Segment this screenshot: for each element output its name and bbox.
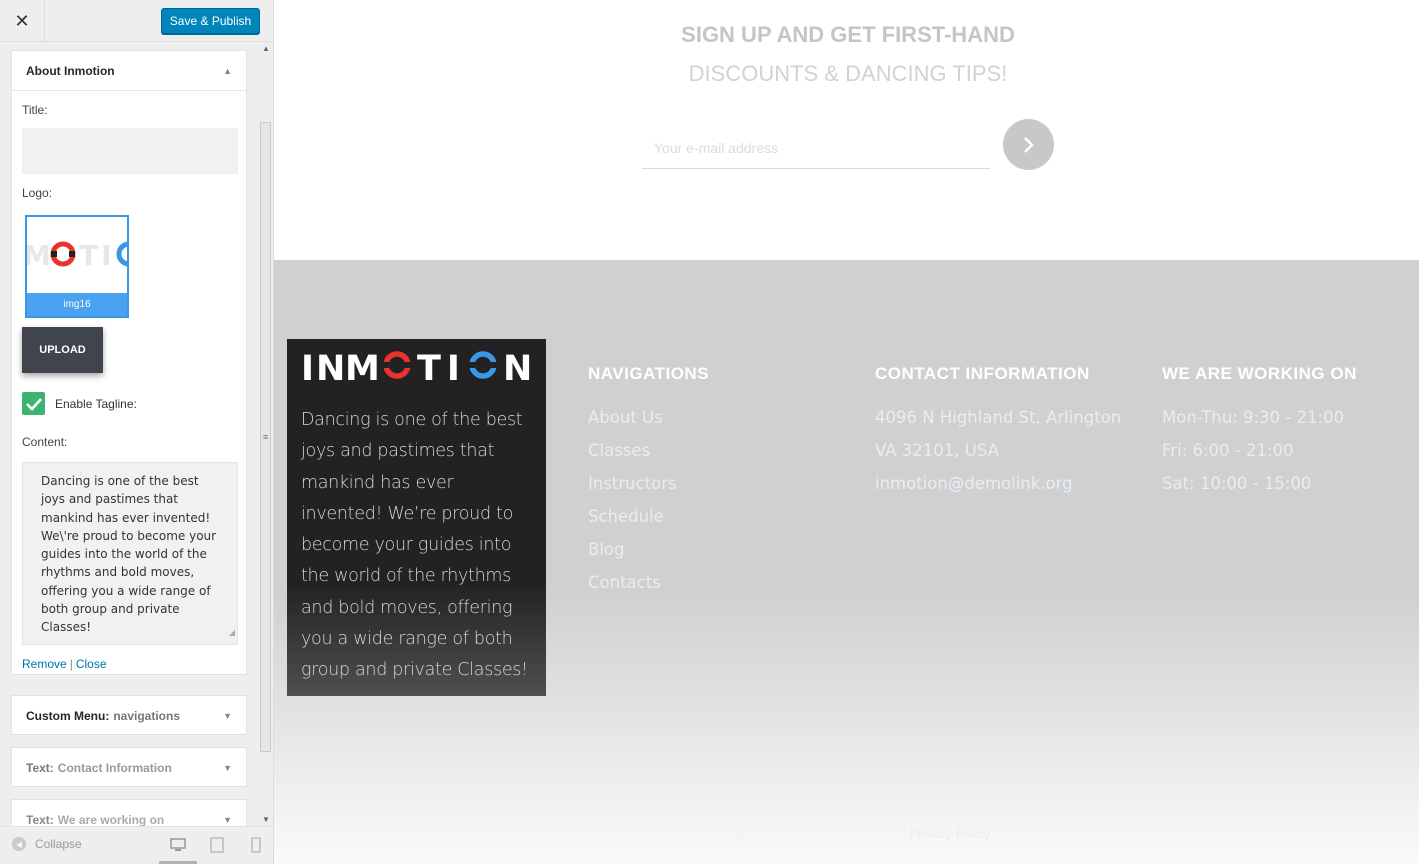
caret-up-icon[interactable]: ▲ (223, 66, 232, 76)
collapse-label: Collapse (35, 837, 82, 851)
scroll-up-icon[interactable]: ▲ (262, 44, 270, 53)
widget-title: About Inmotion (26, 63, 115, 78)
footer-nav-instructors[interactable]: Instructors (588, 474, 677, 507)
svg-text:TI: TI (417, 349, 466, 383)
svg-text:IN: IN (301, 349, 347, 383)
contact-list: 4096 N Highland St, Arlington VA 32101, … (875, 408, 1121, 507)
about-text: Dancing is one of the best joys and past… (301, 410, 528, 681)
content-textarea[interactable]: Dancing is one of the best joys and past… (22, 462, 238, 645)
customizer-sidebar: ✕ Save & Publish About Inmotion ▲ Title:… (0, 0, 274, 864)
widget-header[interactable]: About Inmotion ▲ (12, 51, 246, 91)
working-hours-heading: WE ARE WORKING ON (1162, 364, 1357, 383)
title-label: Title: (22, 103, 48, 117)
remove-link[interactable]: Remove (22, 657, 67, 671)
footer-nav-classes[interactable]: Classes (588, 441, 677, 474)
logo-image: M TI (27, 217, 127, 293)
content-label: Content: (22, 435, 68, 449)
site-preview: SIGN UP AND GET FIRST-HAND DISCOUNTS & D… (274, 0, 1419, 864)
widget-type: Text: (26, 813, 54, 826)
collapse-button[interactable]: ◀ Collapse (12, 837, 82, 851)
privacy-policy-link[interactable]: Privacy Policy (910, 826, 991, 841)
close-link[interactable]: Close (76, 657, 107, 671)
footer-nav-contacts[interactable]: Contacts (588, 573, 677, 606)
resize-handle-icon[interactable]: ◢ (229, 624, 235, 642)
save-publish-button[interactable]: Save & Publish (161, 8, 260, 34)
scroll-down-icon[interactable]: ▼ (262, 815, 270, 824)
widget-actions: Remove | Close (22, 657, 107, 671)
navigations-heading: NAVIGATIONS (588, 364, 710, 383)
working-hours-list: Mon-Thu: 9:30 - 21:00 Fri: 6:00 - 21:00 … (1162, 408, 1344, 507)
tablet-icon[interactable] (209, 837, 225, 853)
widget-type: Text: (26, 761, 54, 775)
footer-nav-list: About Us Classes Instructors Schedule Bl… (588, 408, 677, 606)
contact-email-link[interactable]: inmotion@demolink.org (875, 474, 1121, 507)
chevron-right-icon (1023, 136, 1034, 153)
logo-label: Logo: (22, 186, 53, 200)
address-line-1: 4096 N Highland St, Arlington (875, 408, 1122, 427)
footer-nav-about-us[interactable]: About Us (588, 408, 677, 441)
content-text: Dancing is one of the best joys and past… (41, 474, 217, 635)
caret-down-icon[interactable]: ▼ (223, 815, 232, 825)
contact-heading: CONTACT INFORMATION (875, 364, 1090, 383)
email-input[interactable]: Your e-mail address (642, 127, 990, 169)
widget-header[interactable]: Text: We are working on ▼ (12, 800, 246, 826)
copyright: © 2016 All rights reserved by INMOTION |… (664, 826, 991, 841)
svg-text:M: M (27, 239, 54, 272)
svg-text:M: M (345, 349, 380, 383)
svg-text:TI: TI (79, 239, 115, 272)
footer-logo: IN M TI N (301, 349, 535, 389)
hours-fri: Fri: 6:00 - 21:00 (1162, 441, 1294, 460)
signup-subheading: DISCOUNTS & DANCING TIPS! (688, 61, 1008, 86)
about-box: IN M TI N Dancing is one of the best joy… (287, 339, 546, 696)
widget-name: navigations (113, 709, 181, 723)
title-field[interactable] (22, 128, 238, 174)
newsletter-section: SIGN UP AND GET FIRST-HAND DISCOUNTS & D… (274, 0, 1419, 260)
logo-caption: img16 (27, 293, 127, 316)
customizer-footer: ◀ Collapse (0, 826, 273, 864)
widget-header[interactable]: Text: Contact Information ▼ (12, 748, 246, 788)
scrollbar-thumb[interactable]: ≡ (260, 122, 271, 752)
widget-header[interactable]: Custom Menu: navigations ▼ (12, 696, 246, 736)
hours-sat: Sat: 10:00 - 15:00 (1162, 474, 1312, 493)
hours-mon-thu: Mon-Thu: 9:30 - 21:00 (1162, 408, 1345, 427)
widget-name: Contact Information (57, 761, 172, 775)
signup-heading: SIGN UP AND GET FIRST-HAND (681, 22, 1015, 47)
desktop-icon[interactable] (170, 837, 186, 853)
check-icon (25, 397, 42, 411)
caret-down-icon[interactable]: ▼ (223, 763, 232, 773)
caret-down-icon[interactable]: ▼ (223, 711, 232, 721)
widgets-panel[interactable]: About Inmotion ▲ Title: Logo: M TI (0, 42, 258, 826)
footer-nav-schedule[interactable]: Schedule (588, 507, 677, 540)
mobile-icon[interactable] (248, 837, 264, 853)
widget-name: We are working on (57, 813, 165, 826)
footer-nav-blog[interactable]: Blog (588, 540, 677, 573)
logo-thumbnail[interactable]: M TI img16 (25, 215, 129, 318)
sidebar-scrollbar[interactable]: ▲ ≡ ▼ (258, 42, 273, 826)
submit-button[interactable] (1003, 119, 1054, 170)
upload-button[interactable]: UPLOAD (22, 327, 103, 373)
text-working-widget[interactable]: Text: We are working on ▼ (11, 799, 247, 826)
enable-tagline-label: Enable Tagline: (55, 397, 137, 411)
customizer-header: ✕ Save & Publish (0, 0, 273, 42)
collapse-arrow-icon: ◀ (12, 837, 26, 851)
widget-type: Custom Menu: (26, 709, 110, 723)
site-footer: IN M TI N Dancing is one of the best joy… (274, 260, 1419, 864)
copyright-text: © 2016 All rights reserved by INMOTION | (664, 826, 906, 841)
about-inmotion-widget: About Inmotion ▲ Title: Logo: M TI (11, 50, 247, 675)
custom-menu-widget[interactable]: Custom Menu: navigations ▼ (11, 695, 247, 735)
address-line-2: VA 32101, USA (875, 441, 999, 460)
svg-text:N: N (503, 349, 532, 383)
actions-separator: | (69, 657, 73, 671)
text-contact-widget[interactable]: Text: Contact Information ▼ (11, 747, 247, 787)
close-icon[interactable]: ✕ (0, 0, 45, 42)
enable-tagline-checkbox[interactable] (22, 392, 45, 415)
